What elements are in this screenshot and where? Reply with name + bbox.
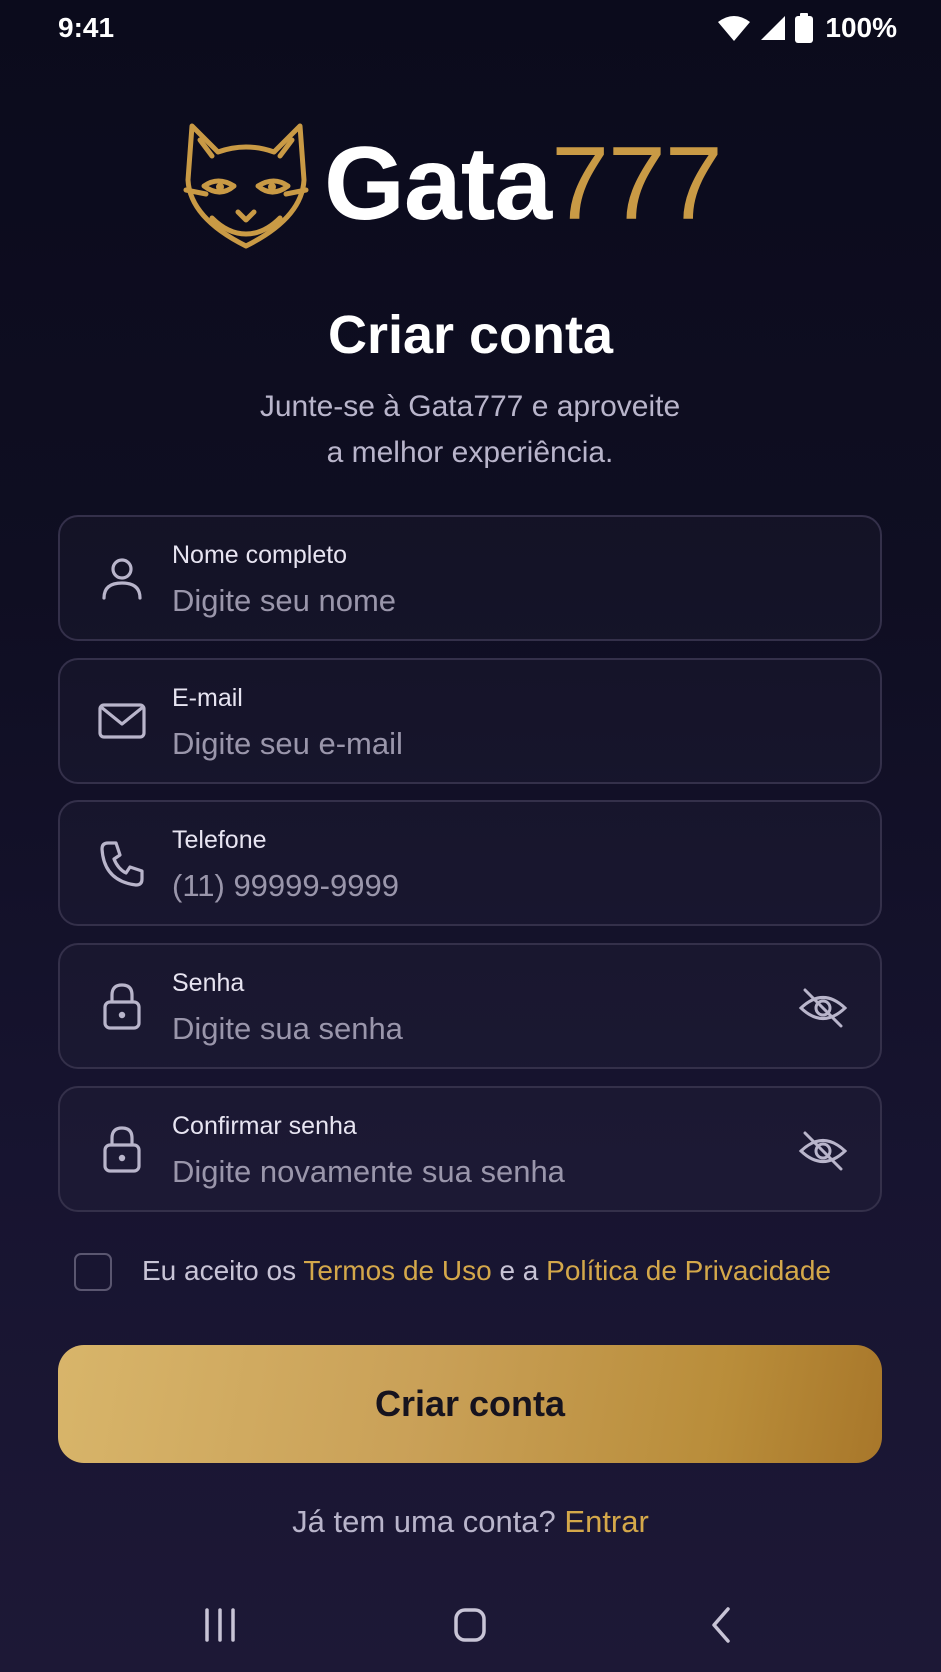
confirm-password-field[interactable]: Confirmar senha	[58, 1086, 882, 1212]
status-time: 9:41	[58, 12, 115, 43]
create-account-button[interactable]: Criar conta	[58, 1345, 882, 1463]
battery-percentage: 100%	[825, 12, 897, 43]
terms-of-use-link[interactable]: Termos de Uso	[303, 1255, 491, 1286]
password-input[interactable]	[172, 1007, 732, 1051]
phone-icon	[100, 841, 144, 887]
terms-middle: e a	[491, 1255, 547, 1286]
page-subtitle: Junte-se à Gata777 e aproveite a melhor …	[170, 384, 770, 476]
email-input[interactable]	[172, 722, 732, 766]
email-field[interactable]: E-mail	[58, 658, 882, 784]
confirm-password-field-label: Confirmar senha	[172, 1112, 357, 1140]
eye-off-icon[interactable]	[798, 983, 848, 1033]
eye-off-icon[interactable]	[798, 1126, 848, 1176]
confirm-password-input[interactable]	[172, 1150, 732, 1194]
login-prompt: Já tem uma conta? Entrar	[0, 1504, 941, 1540]
brand-number: 777	[551, 126, 723, 242]
lock-icon	[103, 1126, 141, 1173]
wifi-icon	[718, 16, 751, 41]
terms-prefix: Eu aceito os	[142, 1255, 304, 1286]
cat-logo-icon	[183, 123, 309, 249]
terms-checkbox[interactable]	[74, 1253, 112, 1291]
terms-text: Eu aceito os Termos de Uso e a Política …	[142, 1255, 831, 1287]
phone-input[interactable]	[172, 864, 732, 908]
lock-icon	[103, 983, 141, 1030]
name-input[interactable]	[172, 579, 732, 623]
phone-field-label: Telefone	[172, 826, 267, 854]
mail-icon	[98, 703, 146, 739]
navigation-bar	[0, 1590, 941, 1672]
user-icon	[102, 558, 142, 600]
create-account-button-label: Criar conta	[374, 1383, 566, 1424]
brand-word: Gata	[324, 126, 552, 242]
terms-agreement: Eu aceito os Termos de Uso e a Política …	[74, 1253, 904, 1295]
subtitle-line-2: a melhor experiência.	[326, 436, 614, 469]
status-icons: 100%	[717, 12, 897, 44]
signup-screen: 9:41 100% Gata777 Criar conta Junte-se à…	[0, 0, 941, 1672]
name-field-label: Nome completo	[172, 541, 348, 569]
status-bar: 9:41 100%	[0, 0, 941, 60]
battery-icon	[795, 13, 814, 43]
email-field-label: E-mail	[172, 684, 243, 712]
back-icon[interactable]	[692, 1600, 752, 1650]
password-field[interactable]: Senha	[58, 943, 882, 1069]
brand-wordmark: Gata777	[324, 124, 723, 244]
name-field[interactable]: Nome completo	[58, 515, 882, 641]
password-field-label: Senha	[172, 969, 245, 997]
privacy-policy-link[interactable]: Política de Privacidade	[546, 1255, 831, 1286]
login-link[interactable]: Entrar	[564, 1504, 648, 1539]
recent-apps-icon[interactable]	[190, 1600, 250, 1650]
signal-icon	[761, 16, 786, 40]
page-title: Criar conta	[327, 305, 614, 365]
brand-logo: Gata777	[182, 122, 762, 252]
phone-field[interactable]: Telefone	[58, 800, 882, 926]
home-icon[interactable]	[440, 1600, 500, 1650]
login-prompt-text: Já tem uma conta?	[292, 1504, 565, 1539]
subtitle-line-1: Junte-se à Gata777 e aproveite	[259, 390, 681, 423]
